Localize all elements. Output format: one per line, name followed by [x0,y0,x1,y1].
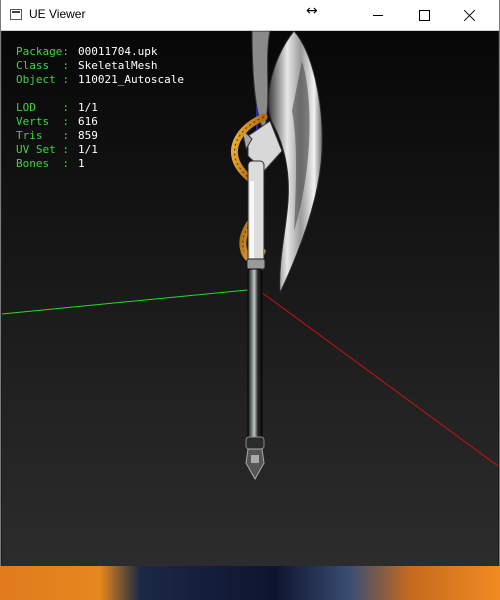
lod-label: LOD : [16,101,69,114]
verts-value: 616 [78,115,98,128]
info-row-uvset: UV Set : 1/1 [16,143,184,157]
info-row-class: Class : SkeletalMesh [16,59,184,73]
info-row-object: Object : 110021_Autoscale [16,73,184,87]
bones-label: Bones : [16,157,69,170]
shaft-collar [246,258,266,270]
package-label: Package: [16,45,69,58]
minimize-button[interactable] [355,0,401,30]
lower-shaft [247,268,263,440]
ue-viewer-window[interactable]: UE Viewer ↔ Package: 00011704.upk Class … [0,0,500,566]
class-value: SkeletalMesh [78,59,158,72]
y-axis-line [256,288,498,467]
info-row-tris: Tris : 859 [16,129,184,143]
title-bar[interactable]: UE Viewer ↔ [1,0,499,31]
background-desktop-wallpaper [0,566,500,600]
maximize-icon [418,9,430,21]
verts-label: Verts : [16,115,69,128]
pommel-ring [245,436,265,450]
pommel [245,448,265,481]
tris-label: Tris : [16,129,69,142]
x-axis-line [2,288,258,315]
object-value: 110021_Autoscale [78,73,184,86]
uvset-value: 1/1 [78,143,98,156]
minimize-icon [373,14,383,16]
info-row-lod: LOD : 1/1 [16,101,184,115]
maximize-button[interactable] [401,0,447,30]
info-row-verts: Verts : 616 [16,115,184,129]
resize-cursor-icon: ↔ [306,3,318,19]
tris-value: 859 [78,129,98,142]
package-value: 00011704.upk [78,45,158,58]
info-row-package: Package: 00011704.upk [16,45,184,59]
uvset-label: UV Set : [16,143,69,156]
app-icon[interactable] [10,9,22,20]
object-label: Object : [16,73,69,86]
axe-blade [268,31,323,294]
info-row-bones: Bones : 1 [16,157,184,171]
close-icon [464,9,476,21]
class-label: Class : [16,59,69,72]
lod-value: 1/1 [78,101,98,114]
3d-viewport[interactable]: Package: 00011704.upk Class : SkeletalMe… [2,31,498,566]
close-button[interactable] [447,0,493,30]
mesh-info-overlay: Package: 00011704.upk Class : SkeletalMe… [16,45,184,171]
bones-value: 1 [78,157,85,170]
window-title: UE Viewer [29,7,86,21]
